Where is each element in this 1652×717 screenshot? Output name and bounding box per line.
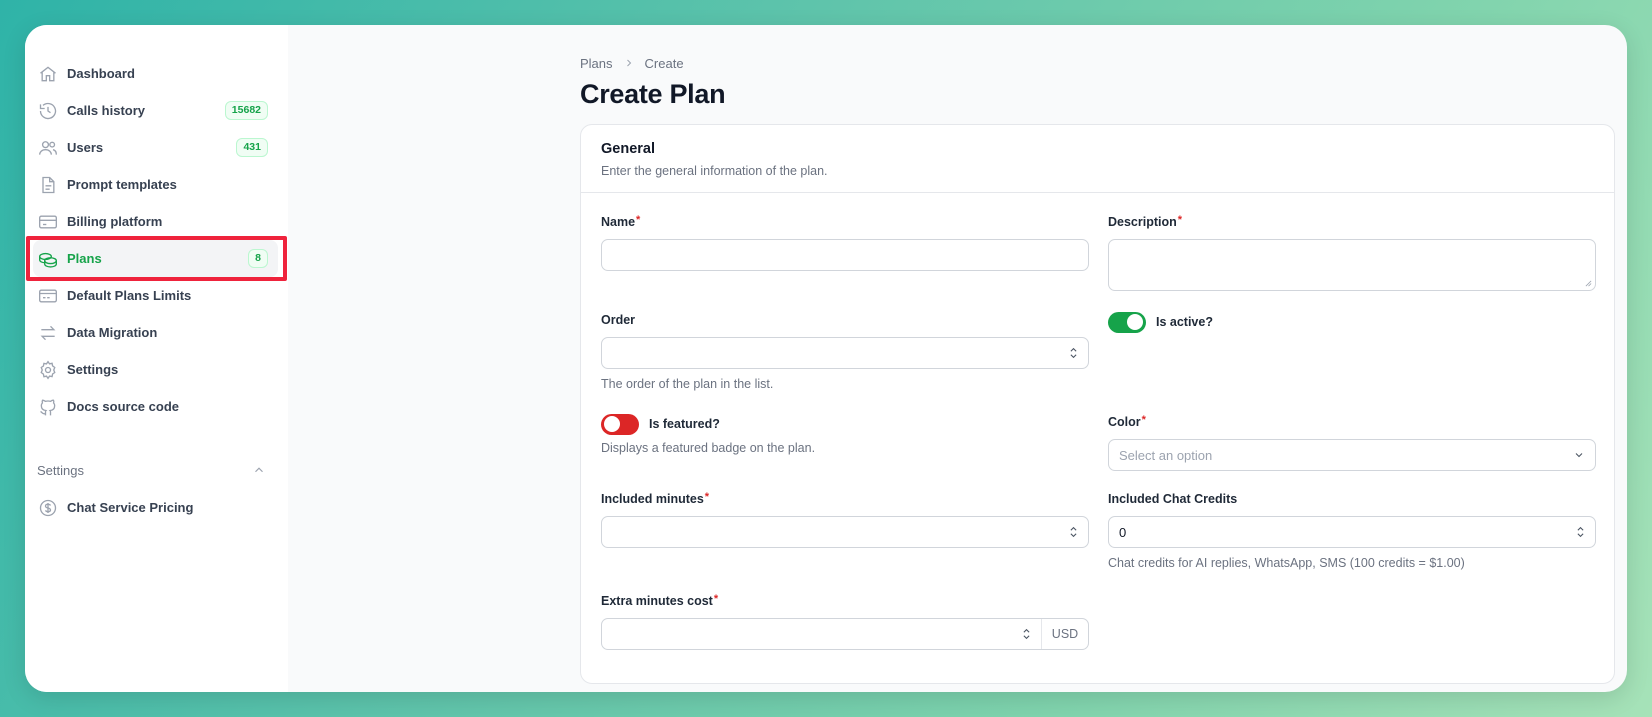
count-badge: 8 [248,249,268,268]
field-label: Description * [1108,214,1183,230]
page-content: Plans Create Create Plan General Enter t… [580,53,1615,684]
sidebar-item-data-migration[interactable]: Data Migration [33,314,278,351]
home-icon [37,63,59,85]
sidebar-item-label: Calls history [67,103,146,118]
history-icon [37,100,59,122]
chevron-down-icon [1575,453,1583,458]
field-label: Order [601,313,636,327]
chat-credits-hint: Chat credits for AI replies, WhatsApp, S… [1108,556,1465,570]
resize-handle-icon[interactable] [1585,280,1592,287]
count-badge: 431 [236,138,268,157]
sidebar-item-label: Plans [67,251,102,266]
field-label: Included Chat Credits [1108,492,1238,506]
color-field: Color * Select an option [1108,415,1596,471]
order-field: Order The order of the plan in the list. [601,313,1089,391]
sidebar-group-settings[interactable]: Settings [37,459,266,481]
main-area: Plans Create Create Plan General Enter t… [288,25,1627,692]
is-featured-hint: Displays a featured badge on the plan. [601,441,816,455]
section-description: Enter the general information of the pla… [601,164,828,178]
sidebar-group-label: Settings [37,462,84,478]
field-label: Color * [1108,414,1146,430]
sidebar-item-label: Docs source code [67,399,179,414]
credit-card-icon [37,211,59,233]
included-minutes-field: Included minutes * [601,492,1089,548]
page-title: Create Plan [580,79,726,109]
sidebar-item-chat-service-pricing[interactable]: Chat Service Pricing [33,489,278,526]
order-hint: The order of the plan in the list. [601,377,774,391]
sidebar-item-label: Billing platform [67,214,163,229]
count-badge: 15682 [224,101,268,120]
included-chat-credits-field: Included Chat Credits 0 Chat credits for… [1108,492,1596,570]
spinner-icon[interactable] [1069,525,1078,539]
name-field: Name * [601,215,1089,271]
is-active-field: Is active? [1108,311,1213,333]
arrows-icon [37,322,59,344]
card-icon [37,285,59,307]
included-minutes-input[interactable] [601,516,1089,548]
general-section: General Enter the general information of… [580,124,1615,684]
section-header: General Enter the general information of… [581,125,1614,193]
sidebar: Dashboard Calls history 15682 Users 431 … [25,25,288,692]
spinner-icon[interactable] [1022,627,1031,641]
spinner-icon[interactable] [1069,346,1078,360]
sidebar-item-label: Settings [67,362,119,377]
extra-minutes-cost-value[interactable] [602,619,1041,649]
is-featured-field: Is featured? Displays a featured badge o… [601,413,1089,455]
field-label: Extra minutes cost * [601,593,719,609]
is-featured-label: Is featured? [649,417,720,431]
sidebar-item-label: Prompt templates [67,177,177,192]
breadcrumb-plans-link[interactable]: Plans [580,56,613,71]
description-textarea[interactable] [1108,239,1596,291]
field-label: Name * [601,214,641,230]
breadcrumb-current: Create [644,55,684,71]
document-icon [37,174,59,196]
sidebar-item-dashboard[interactable]: Dashboard [33,55,278,92]
is-featured-toggle[interactable] [601,413,639,435]
sidebar-item-default-plans-limits[interactable]: Default Plans Limits [33,277,278,314]
extra-minutes-cost-input[interactable]: USD [601,618,1089,650]
field-label: Included minutes * [601,491,710,507]
is-active-label: Is active? [1156,315,1213,329]
breadcrumb: Plans Create [580,53,1615,73]
sidebar-item-settings[interactable]: Settings [33,351,278,388]
sidebar-item-label: Data Migration [67,325,158,340]
chevron-up-icon [255,467,263,473]
sidebar-item-prompt-templates[interactable]: Prompt templates [33,166,278,203]
order-input[interactable] [601,337,1089,369]
sidebar-item-docs-source-code[interactable]: Docs source code [33,388,278,425]
sidebar-item-label: Dashboard [67,66,135,81]
sidebar-item-users[interactable]: Users 431 [33,129,278,166]
extra-minutes-cost-field: Extra minutes cost * USD [601,594,1089,650]
section-title: General [601,141,655,157]
is-active-toggle[interactable] [1108,311,1146,333]
sidebar-item-label: Users [67,140,104,155]
app-window: Dashboard Calls history 15682 Users 431 … [25,25,1627,692]
dollar-icon [37,497,59,519]
form-body: Name * Description * Order The order of … [581,193,1614,673]
plans-icon [37,248,59,270]
name-input[interactable] [601,239,1089,271]
color-select[interactable]: Select an option [1108,439,1596,471]
spinner-icon[interactable] [1576,525,1585,539]
sidebar-item-label: Default Plans Limits [67,288,192,303]
currency-suffix: USD [1041,619,1088,649]
sidebar-item-calls-history[interactable]: Calls history 15682 [33,92,278,129]
chevron-right-icon [626,59,631,67]
sidebar-item-billing-platform[interactable]: Billing platform [33,203,278,240]
gear-icon [37,359,59,381]
sidebar-item-plans[interactable]: Plans 8 [26,236,287,281]
sidebar-item-label: Chat Service Pricing [67,500,194,515]
github-icon [37,396,59,418]
users-icon [37,137,59,159]
included-chat-credits-input[interactable]: 0 [1108,516,1596,548]
description-field: Description * [1108,215,1596,291]
